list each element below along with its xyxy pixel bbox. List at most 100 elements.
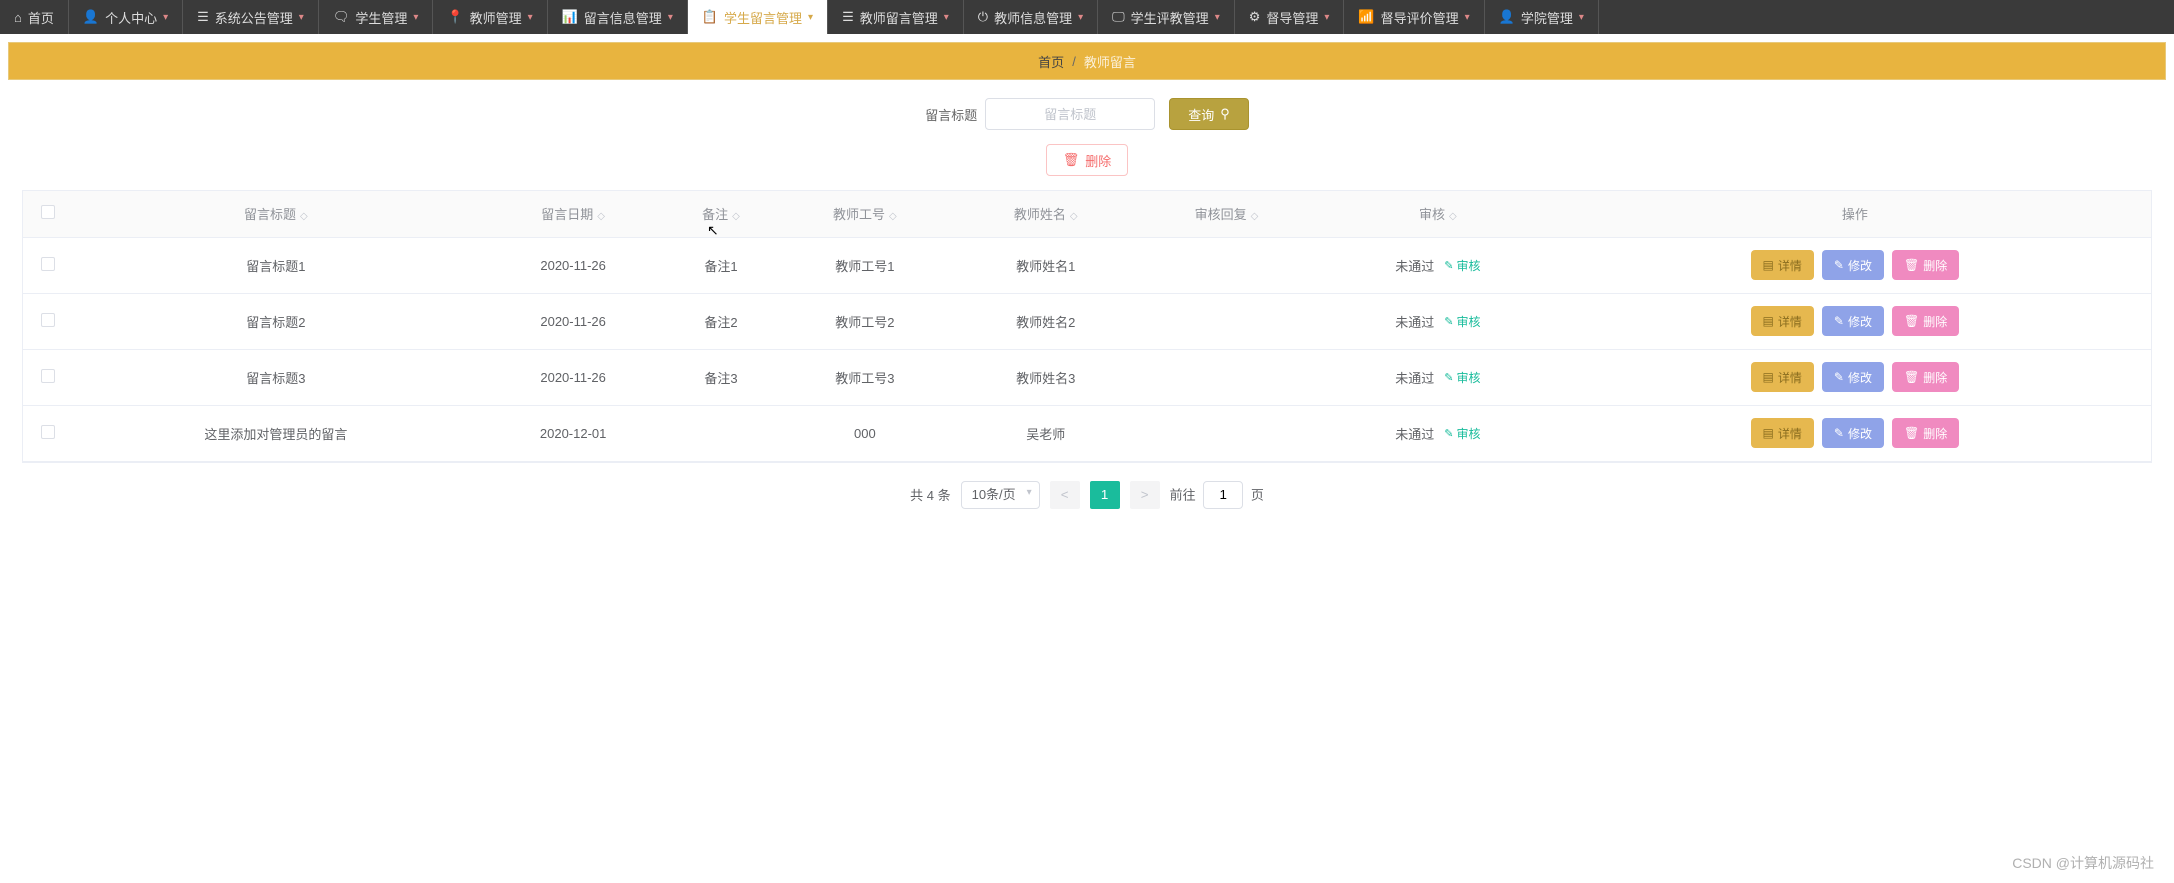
edit-button[interactable]: ✎修改 <box>1822 362 1884 392</box>
nav-icon: 🖵 <box>1112 9 1125 25</box>
row-delete-button[interactable]: 🗑删除 <box>1892 250 1959 280</box>
detail-button[interactable]: ▤详情 <box>1751 418 1814 448</box>
col-header-0[interactable]: 留言标题◇ <box>73 191 479 237</box>
edit-icon: ✎ <box>1444 371 1453 384</box>
col-header-4[interactable]: 教师姓名◇ <box>955 191 1136 237</box>
breadcrumb-sep: / <box>1072 54 1076 69</box>
audit-label: 审核 <box>1456 257 1480 274</box>
doc-icon: ▤ <box>1763 314 1774 328</box>
audit-link[interactable]: ✎审核 <box>1444 425 1480 442</box>
page-size-select[interactable]: 10条/页 <box>961 481 1040 509</box>
audit-link[interactable]: ✎审核 <box>1444 313 1480 330</box>
jump-input[interactable] <box>1203 481 1243 509</box>
cell-tname: 教师姓名1 <box>955 237 1136 293</box>
nav-icon: ☰ <box>197 9 209 25</box>
nav-label: 首页 <box>28 8 54 27</box>
breadcrumb-home[interactable]: 首页 <box>1038 52 1064 71</box>
nav-item-5[interactable]: 📊留言信息管理▾ <box>548 0 688 34</box>
btn-label: 修改 <box>1848 313 1872 330</box>
nav-label: 留言信息管理 <box>584 8 662 27</box>
chevron-down-icon: ▾ <box>1324 12 1329 23</box>
chevron-down-icon: ▾ <box>413 12 418 23</box>
nav-item-4[interactable]: 📍教师管理▾ <box>433 0 547 34</box>
col-header-7[interactable]: 操作 <box>1559 191 2151 237</box>
row-checkbox[interactable] <box>41 369 55 383</box>
next-page-button[interactable]: > <box>1130 481 1160 509</box>
nav-item-9[interactable]: 🖵学生评教管理▾ <box>1098 0 1235 34</box>
nav-item-2[interactable]: ☰系统公告管理▾ <box>183 0 319 34</box>
cell-tname: 教师姓名3 <box>955 349 1136 405</box>
col-header-6[interactable]: 审核 ◇ <box>1317 191 1559 237</box>
row-checkbox[interactable] <box>41 313 55 327</box>
sort-icon: ◇ <box>300 211 308 222</box>
row-checkbox[interactable] <box>41 257 55 271</box>
search-bar: 留言标题 查询 ⚲ <box>0 98 2174 130</box>
trash-icon: 🗑 <box>1904 426 1919 440</box>
cell-date: 2020-11-26 <box>479 349 668 405</box>
cell-note: 备注2 <box>667 293 774 349</box>
nav-item-12[interactable]: 👤学院管理▾ <box>1485 0 1599 34</box>
cell-date: 2020-12-01 <box>479 405 668 461</box>
table-row: 这里添加对管理员的留言2020-12-01000吴老师未通过✎审核▤详情✎修改🗑… <box>23 405 2151 461</box>
detail-button[interactable]: ▤详情 <box>1751 250 1814 280</box>
page-number-1[interactable]: 1 <box>1090 481 1120 509</box>
nav-item-10[interactable]: ⚙督导管理▾ <box>1235 0 1345 34</box>
nav-icon: 👤 <box>83 9 99 25</box>
col-header-5[interactable]: 审核回复◇ <box>1136 191 1317 237</box>
cell-reply <box>1136 237 1317 293</box>
nav-icon: 📋 <box>702 9 718 25</box>
col-header-1[interactable]: 留言日期 ◇ <box>479 191 668 237</box>
trash-icon: 🗑 <box>1904 258 1919 272</box>
pencil-icon: ✎ <box>1834 370 1844 384</box>
nav-item-8[interactable]: ⏻ 教师信息管理 ▾ <box>964 0 1098 34</box>
sort-icon: ◇ <box>597 211 605 222</box>
cell-tname: 教师姓名2 <box>955 293 1136 349</box>
nav-icon: ⏻ <box>978 9 988 25</box>
detail-button[interactable]: ▤详情 <box>1751 362 1814 392</box>
sort-icon: ◇ <box>1449 211 1457 222</box>
col-label: 留言日期 <box>541 207 593 222</box>
breadcrumb: 首页 / 教师留言 <box>8 42 2166 80</box>
audit-link[interactable]: ✎审核 <box>1444 257 1480 274</box>
select-all-checkbox[interactable] <box>41 205 55 219</box>
nav-item-3[interactable]: 🗨学生管理▾ <box>319 0 434 34</box>
table-row: 留言标题12020-11-26备注1教师工号1教师姓名1未通过✎审核▤详情✎修改… <box>23 237 2151 293</box>
nav-icon: ⚙ <box>1249 9 1261 25</box>
col-label: 审核 <box>1419 207 1445 222</box>
row-delete-button[interactable]: 🗑删除 <box>1892 418 1959 448</box>
row-delete-button[interactable]: 🗑删除 <box>1892 306 1959 336</box>
btn-label: 修改 <box>1848 257 1872 274</box>
detail-button[interactable]: ▤详情 <box>1751 306 1814 336</box>
chevron-down-icon: ▾ <box>299 12 304 23</box>
row-delete-button[interactable]: 🗑删除 <box>1892 362 1959 392</box>
chevron-down-icon: ▾ <box>1078 12 1083 23</box>
trash-icon: 🗑 <box>1904 314 1919 328</box>
pencil-icon: ✎ <box>1834 426 1844 440</box>
btn-label: 删除 <box>1923 369 1947 386</box>
cell-tname: 吴老师 <box>955 405 1136 461</box>
col-header-2[interactable]: 备注◇ <box>667 191 774 237</box>
query-button[interactable]: 查询 ⚲ <box>1169 98 1249 130</box>
nav-item-6[interactable]: 📋学生留言管理▾ <box>688 0 828 34</box>
delete-button[interactable]: 🗑 删除 <box>1046 144 1129 176</box>
nav-item-11[interactable]: 📶督导评价管理▾ <box>1344 0 1484 34</box>
edit-button[interactable]: ✎修改 <box>1822 250 1884 280</box>
col-header-3[interactable]: 教师工号◇ <box>775 191 956 237</box>
pencil-icon: ✎ <box>1834 314 1844 328</box>
nav-item-7[interactable]: ☰教师留言管理▾ <box>828 0 964 34</box>
nav-label: 督导评价管理 <box>1381 8 1459 27</box>
btn-label: 详情 <box>1778 425 1802 442</box>
audit-label: 审核 <box>1456 313 1480 330</box>
edit-button[interactable]: ✎修改 <box>1822 418 1884 448</box>
nav-label: 学院管理 <box>1521 8 1573 27</box>
edit-button[interactable]: ✎ 修改 <box>1822 306 1884 336</box>
nav-label: 教师信息管理 <box>994 8 1072 27</box>
watermark: CSDN @计算机源码社 <box>2012 853 2154 873</box>
nav-item-0[interactable]: ⌂首页 <box>0 0 69 34</box>
prev-page-button[interactable]: < <box>1050 481 1080 509</box>
search-input[interactable] <box>985 98 1155 130</box>
nav-item-1[interactable]: 👤个人中心▾ <box>69 0 183 34</box>
cell-tid: 教师工号2 <box>775 293 956 349</box>
row-checkbox[interactable] <box>41 425 55 439</box>
audit-link[interactable]: ✎审核 <box>1444 369 1480 386</box>
